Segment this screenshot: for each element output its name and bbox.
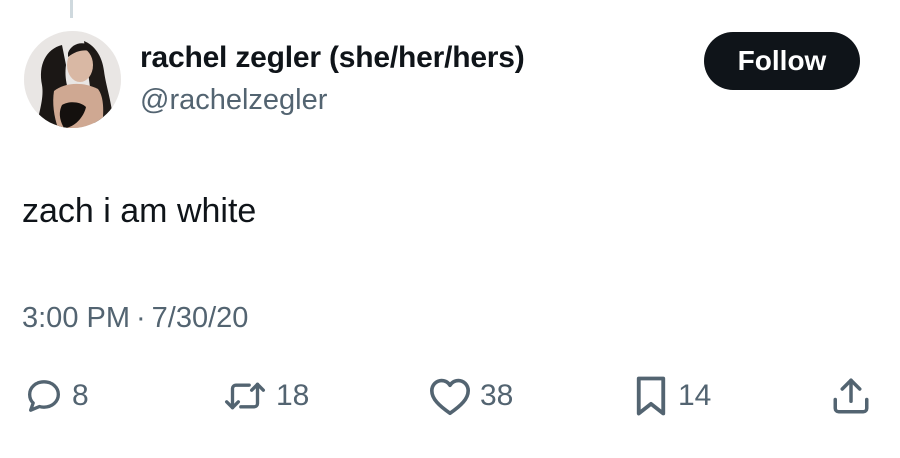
- author-display-name[interactable]: rachel zegler (she/her/hers): [140, 41, 525, 75]
- like-button[interactable]: 38: [428, 374, 513, 418]
- reply-count: 8: [72, 379, 89, 412]
- follow-button[interactable]: Follow: [704, 32, 860, 90]
- meta-separator: ·: [136, 302, 146, 334]
- author-handle[interactable]: @rachelzegler: [140, 84, 327, 117]
- avatar-image: [24, 31, 121, 128]
- tweet-timestamp[interactable]: 3:00 PM · 7/30/20: [22, 302, 248, 335]
- retweet-count: 18: [276, 379, 310, 412]
- like-count: 38: [480, 379, 514, 412]
- retweet-icon: [222, 376, 268, 416]
- heart-icon: [428, 376, 472, 416]
- tweet-time[interactable]: 3:00 PM: [22, 302, 130, 334]
- avatar[interactable]: [24, 31, 121, 128]
- retweet-button[interactable]: 18: [222, 374, 309, 418]
- reply-button[interactable]: 8: [24, 374, 89, 418]
- thread-connector-line: [70, 0, 73, 18]
- bookmark-icon: [632, 375, 670, 417]
- reply-icon: [24, 376, 64, 416]
- share-icon: [829, 375, 873, 417]
- share-button[interactable]: [829, 374, 873, 418]
- tweet-text: zach i am white: [22, 192, 257, 230]
- bookmark-count: 14: [678, 379, 712, 412]
- bookmark-button[interactable]: 14: [632, 374, 711, 418]
- tweet-date[interactable]: 7/30/20: [152, 302, 249, 334]
